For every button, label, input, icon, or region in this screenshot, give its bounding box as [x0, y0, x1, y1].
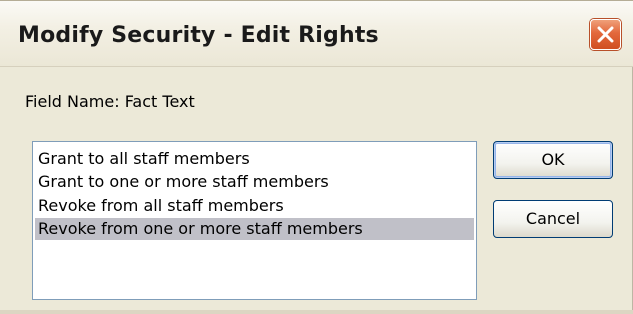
- list-item-grant-all[interactable]: Grant to all staff members: [35, 148, 474, 170]
- field-name-label: Field Name: Fact Text: [25, 92, 195, 111]
- list-item-revoke-some[interactable]: Revoke from one or more staff members: [35, 218, 474, 240]
- list-item-revoke-all[interactable]: Revoke from all staff members: [35, 195, 474, 217]
- title-bar[interactable]: Modify Security - Edit Rights: [0, 0, 633, 67]
- close-button[interactable]: [590, 19, 621, 50]
- window-title: Modify Security - Edit Rights: [18, 23, 379, 48]
- rights-listbox[interactable]: Grant to all staff members Grant to one …: [32, 141, 477, 300]
- ok-button[interactable]: OK: [493, 141, 613, 179]
- cancel-button[interactable]: Cancel: [493, 200, 613, 238]
- window-bottom-edge: [0, 310, 633, 314]
- list-item-grant-some[interactable]: Grant to one or more staff members: [35, 171, 474, 193]
- dialog-window: Modify Security - Edit Rights Field Name…: [0, 0, 633, 314]
- close-icon: [597, 26, 614, 43]
